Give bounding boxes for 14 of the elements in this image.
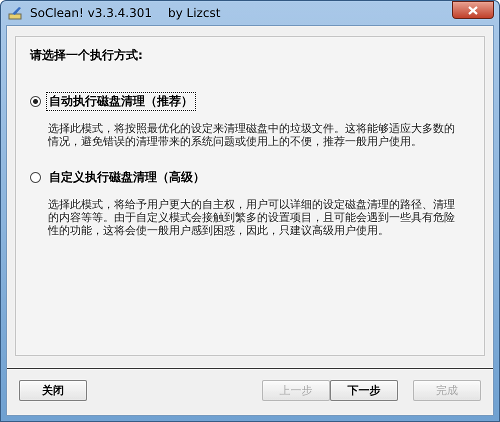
close-icon: [468, 6, 478, 14]
radio-option[interactable]: 自动执行磁盘清理（推荐）: [30, 92, 470, 111]
radio-option[interactable]: 自定义执行磁盘清理（高级）: [30, 168, 470, 188]
prompt-text: 请选择一个执行方式:: [30, 47, 144, 64]
close-button[interactable]: [452, 1, 494, 19]
window-author: by Lizcst: [168, 6, 220, 20]
dialog-button[interactable]: 下一步: [330, 380, 398, 401]
radio-button[interactable]: [30, 172, 41, 184]
broom-icon: [8, 5, 24, 21]
dialog-button[interactable]: 关闭: [19, 380, 87, 401]
option-description: 选择此模式，将按照最优化的设定来清理磁盘中的垃圾文件。这将能够适应大多数的情况，避免错误的清理带来的系统问题或使用上的不便，推荐一般用户使用。: [48, 123, 456, 148]
option-description: 选择此模式，将给予用户更大的自主权，用户可以详细的设定磁盘清理的路径、清理的内容等等。由于自定义模式会接触到繁多的设置项目，且可能会遇到一些具有危险性的功能，这将会使一般用户感到困惑，因此，只建议高级用户使用。: [48, 199, 456, 238]
radio-button[interactable]: [30, 96, 41, 107]
window-title: SoClean! v3.3.4.301: [30, 6, 152, 20]
